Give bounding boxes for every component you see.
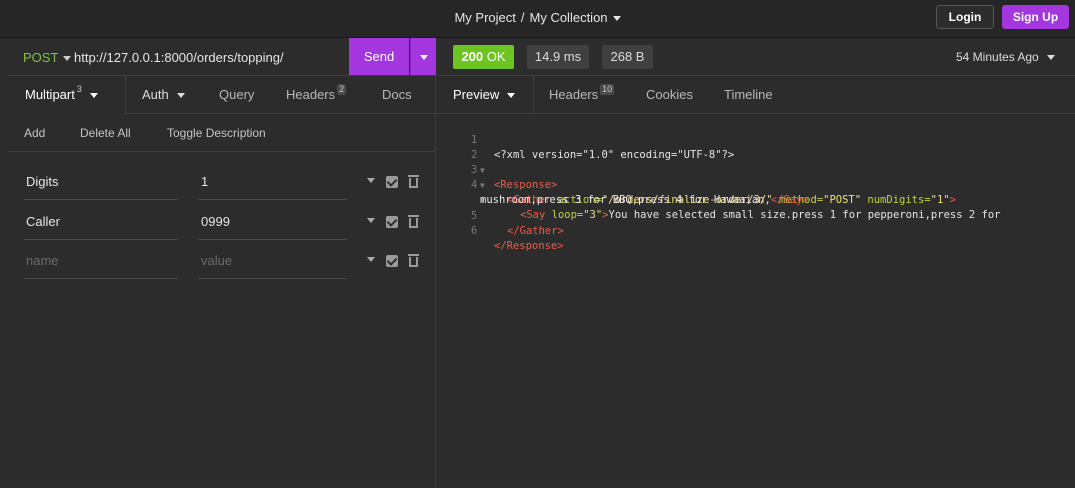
code-line: 2 ▼ <Response> [437,133,1075,191]
send-button[interactable]: Send [349,38,409,75]
code-text: </Response> [494,240,564,252]
tab-preview-label: Preview [453,87,500,102]
tab-preview[interactable]: Preview [437,76,534,114]
response-time: 14.9 ms [527,45,589,69]
line-number: 6 [471,225,478,237]
method-label: POST [23,50,59,65]
trash-icon[interactable] [408,215,419,228]
tab-multipart-label: Multipart [25,87,75,102]
param-row: Caller 0999 [24,210,424,240]
request-pane: POST http://127.0.0.1:8000/orders/toppin… [8,38,436,488]
trash-icon[interactable] [408,175,419,188]
code-line: 3 ▼ <Gather action="/orders/finalize-ord… [437,148,1075,206]
new-param-value-input[interactable]: value [199,249,347,279]
tab-auth-label: Auth [142,87,169,102]
param-name-input[interactable]: Digits [24,170,177,200]
chevron-down-icon [507,93,516,99]
chevron-down-icon [176,93,185,99]
breadcrumb: My Project / My Collection [0,10,1075,25]
multipart-count-badge: 3 [76,84,82,94]
request-tabs: Multipart 3 Auth Query Headers 2 Docs [8,76,436,114]
chevron-down-icon[interactable] [367,218,375,223]
send-options-button[interactable] [410,38,436,75]
chevron-down-icon [1046,55,1055,61]
tab-multipart[interactable]: Multipart 3 [8,76,126,114]
url-input[interactable]: http://127.0.0.1:8000/orders/topping/ [74,50,284,65]
signup-button[interactable]: Sign Up [1002,5,1069,29]
response-tabs: Preview Headers 10 Cookies Timeline [437,76,1075,114]
param-value-input[interactable]: 1 [199,170,347,200]
project-link[interactable]: My Project [454,10,515,25]
tab-headers[interactable]: Headers 2 [286,76,347,114]
response-age: 54 Minutes Ago [956,50,1039,64]
tab-timeline[interactable]: Timeline [724,76,773,114]
status-badge: 200 OK [453,45,514,69]
param-value-input[interactable]: 0999 [199,210,347,240]
param-row-new: name value [24,249,424,279]
enable-checkbox[interactable] [386,176,398,188]
status-code: 200 [461,49,484,64]
code-line: mushroom,press 3 for BBQ,press 4 for Haw… [437,178,1075,206]
chevron-down-icon[interactable] [367,257,375,262]
chevron-down-icon [63,56,72,62]
tab-response-headers[interactable]: Headers 10 [549,76,615,114]
tab-cookies[interactable]: Cookies [646,76,693,114]
history-dropdown[interactable]: 54 Minutes Ago [956,50,1055,64]
toggle-description-button[interactable]: Toggle Description [167,126,266,140]
chevron-down-icon [612,16,621,22]
collection-dropdown[interactable]: My Collection [530,10,621,25]
params-toolbar: Add Delete All Toggle Description [8,114,436,152]
top-bar: My Project / My Collection Login Sign Up [0,0,1075,38]
delete-all-button[interactable]: Delete All [80,126,131,140]
method-dropdown[interactable]: POST [23,50,72,65]
tab-response-headers-label: Headers [549,87,599,102]
tab-auth[interactable]: Auth [142,76,185,114]
add-param-button[interactable]: Add [24,126,45,140]
tab-docs[interactable]: Docs [382,76,412,114]
chevron-down-icon[interactable] [367,178,375,183]
code-text: </Gather> [507,225,564,237]
new-param-name-input[interactable]: name [24,249,177,279]
param-name-input[interactable]: Caller [24,210,177,240]
response-pane: 200 OK 14.9 ms 268 B 54 Minutes Ago Prev… [437,38,1075,488]
param-row: Digits 1 [24,170,424,200]
chevron-down-icon [89,93,98,99]
enable-checkbox[interactable] [386,216,398,228]
tab-headers-label: Headers [286,87,336,102]
status-text: OK [486,49,506,64]
code-line: 5 </Gather> [437,194,1075,237]
response-status-bar: 200 OK 14.9 ms 268 B 54 Minutes Ago [437,38,1075,76]
login-button[interactable]: Login [936,5,994,29]
response-size: 268 B [602,45,653,69]
code-line: 4 ▼ <Say loop="3">You have selected smal… [437,163,1075,221]
headers-count-badge: 2 [337,84,347,95]
trash-icon[interactable] [408,254,419,267]
code-line: 6 </Response> [437,209,1075,252]
url-bar: POST http://127.0.0.1:8000/orders/toppin… [8,38,436,76]
breadcrumb-separator: / [520,10,525,25]
tab-query[interactable]: Query [219,76,254,114]
enable-checkbox[interactable] [386,255,398,267]
collection-label: My Collection [529,10,608,25]
response-headers-count-badge: 10 [600,84,615,95]
chevron-down-icon [419,55,428,61]
code-line: 1 <?xml version="1.0" encoding="UTF-8"?> [437,118,1075,161]
